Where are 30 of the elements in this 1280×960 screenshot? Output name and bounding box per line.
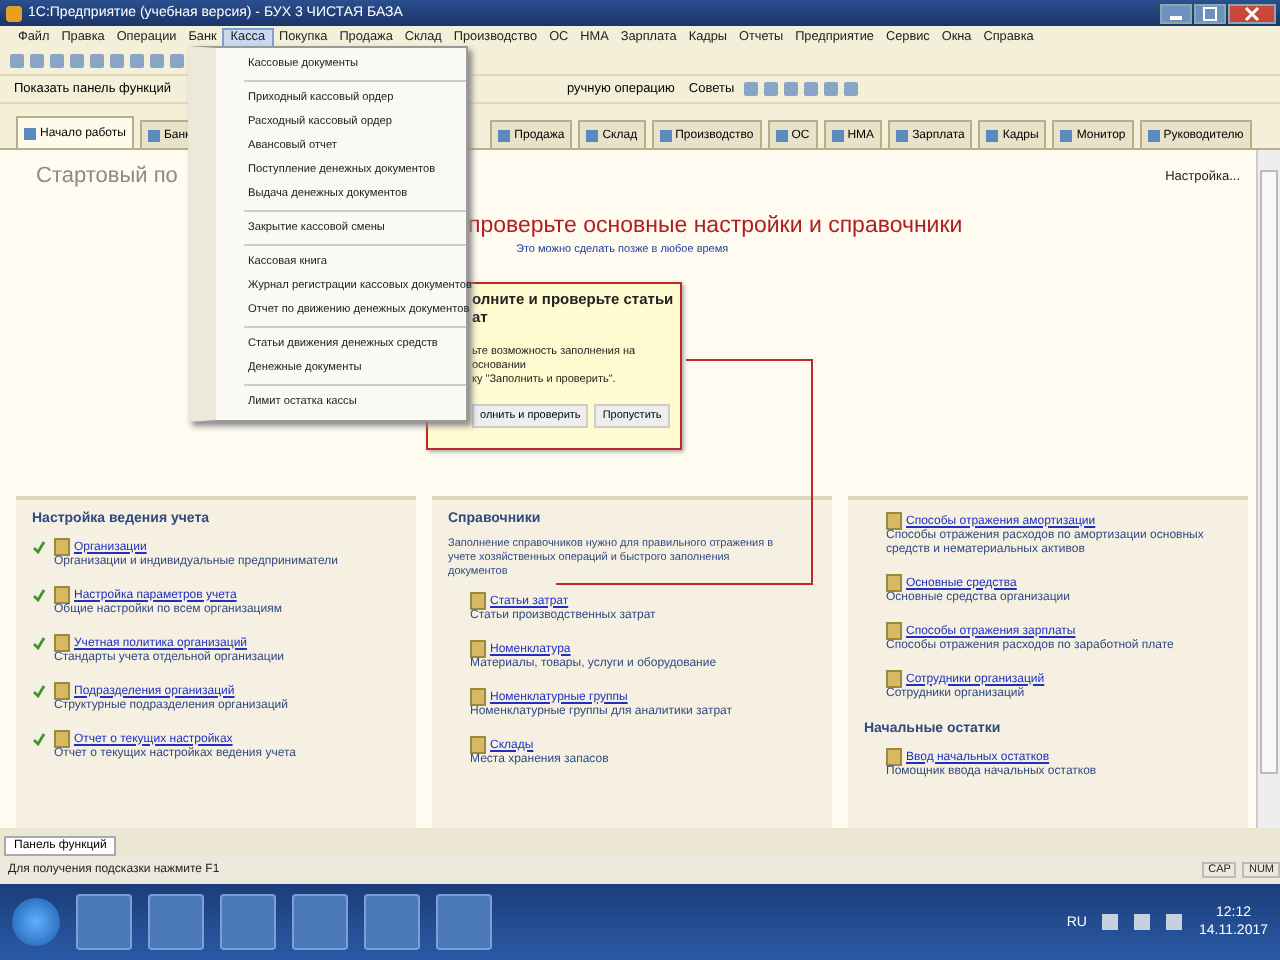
taskbar-app-icon[interactable] xyxy=(148,894,204,950)
document-icon xyxy=(470,640,486,658)
maximize-button[interactable] xyxy=(1194,3,1226,23)
close-button[interactable] xyxy=(1228,3,1276,23)
document-icon xyxy=(54,538,70,556)
headline: проверьте основные настройки и справочники xyxy=(468,214,963,238)
taskbar-app-icon[interactable] xyxy=(76,894,132,950)
page-title: Стартовый по xyxy=(34,164,178,188)
app-icon xyxy=(6,5,22,21)
minimize-button[interactable] xyxy=(1160,3,1192,23)
taskbar-app-icon[interactable] xyxy=(364,894,420,950)
close-icon xyxy=(1244,5,1260,21)
taskbar-app-icon[interactable] xyxy=(292,894,348,950)
document-icon xyxy=(886,748,902,766)
document-icon xyxy=(886,574,902,592)
document-icon xyxy=(886,622,902,640)
document-icon xyxy=(470,592,486,610)
taskbar-app-icon[interactable] xyxy=(436,894,492,950)
start-button[interactable] xyxy=(12,898,60,946)
document-icon xyxy=(54,682,70,700)
maximize-icon xyxy=(1202,5,1218,21)
document-icon xyxy=(470,688,486,706)
document-icon xyxy=(886,512,902,530)
document-icon xyxy=(54,730,70,748)
document-icon xyxy=(54,634,70,652)
taskbar-app-icon[interactable] xyxy=(220,894,276,950)
document-icon xyxy=(470,736,486,754)
document-icon xyxy=(886,670,902,688)
scrollbar[interactable] xyxy=(1256,150,1280,828)
document-icon xyxy=(54,586,70,604)
